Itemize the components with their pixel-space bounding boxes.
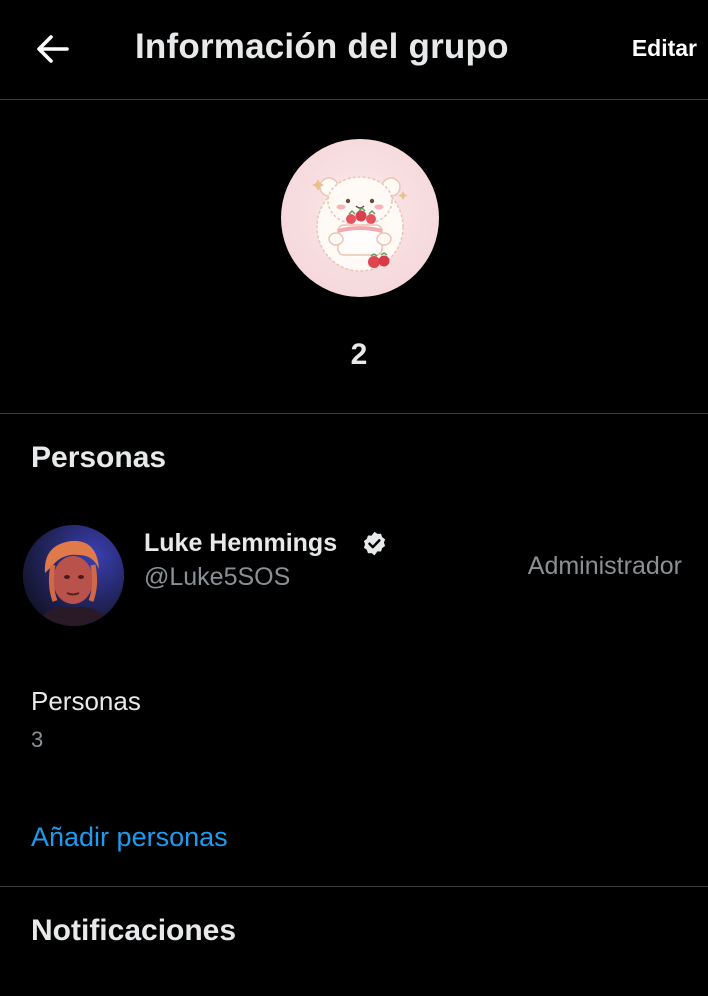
avatar [23,525,124,626]
arrow-left-icon [37,35,69,63]
section-divider [0,413,708,414]
member-name: Luke Hemmings [144,529,338,557]
people-count-value: 3 [31,727,44,752]
verified-badge-icon [363,531,386,556]
group-name: 2 [350,338,368,371]
section-divider [0,886,708,887]
notifications-section-title: Notificaciones [31,914,237,947]
people-section-title: Personas [31,441,167,474]
member-row[interactable]: Luke Hemmings @Luke5SOS Administrador [0,515,708,635]
add-people-link[interactable]: Añadir personas [31,822,228,853]
member-avatar-photo [23,525,124,626]
group-avatar-illustration [312,176,408,272]
top-bar: Información del grupo Editar [0,0,708,100]
people-count-label: Personas [31,686,141,716]
group-avatar[interactable] [281,139,439,297]
member-handle: @Luke5SOS [144,563,291,591]
page-title: Información del grupo [135,27,509,66]
back-button[interactable] [34,30,72,68]
edit-button[interactable]: Editar [632,35,697,62]
member-role-badge: Administrador [527,552,682,580]
